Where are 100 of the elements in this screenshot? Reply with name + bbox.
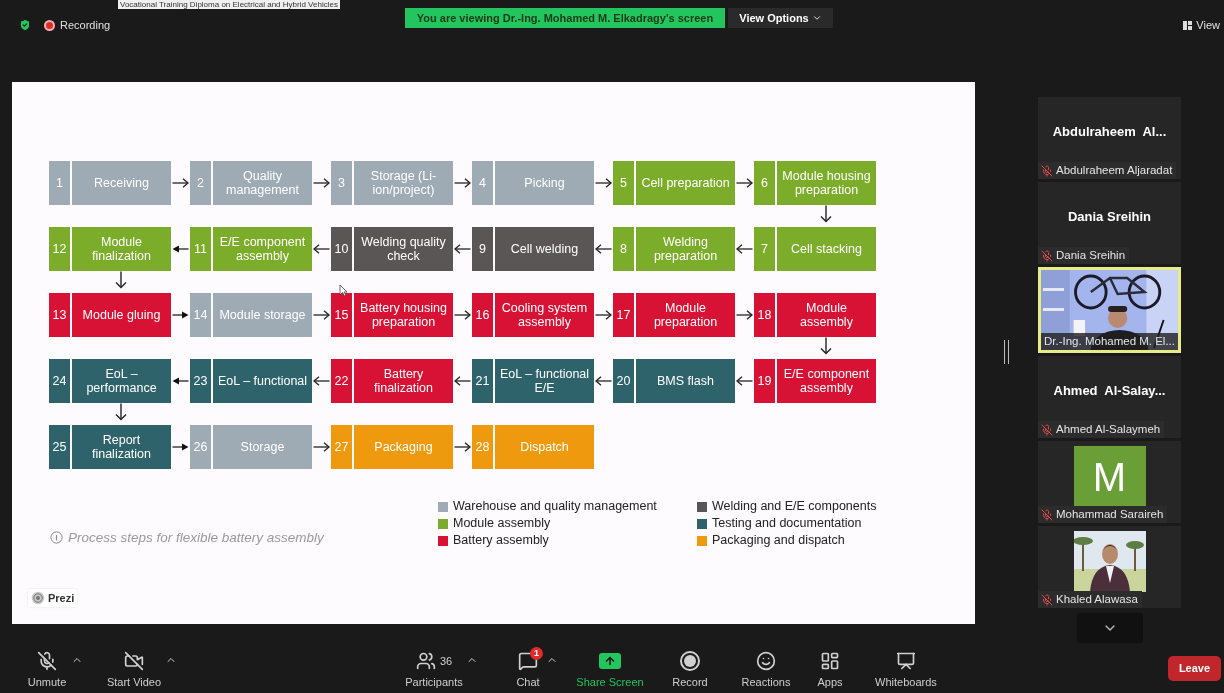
participant-title: Ahmed Al-Salay... [1053,381,1166,400]
flow-arrow [595,310,612,320]
flow-arrow [595,244,612,254]
avatar: M [1073,446,1146,507]
step-label: E/E component assembly [777,359,876,403]
flow-arrow [819,205,833,223]
mouse-cursor-icon [339,284,348,297]
participant-name-label: Dr.-Ing. Mohamed M. El... [1041,333,1178,350]
participant-tile[interactable]: Khaled Alawasa [1038,526,1181,608]
step-number: 20 [613,359,634,403]
flow-arrow [172,442,189,452]
participant-tile[interactable]: Dania Sreihin Dania Sreihin [1038,182,1181,264]
step-number: 21 [472,359,493,403]
step-number: 19 [754,359,775,403]
flow-arrow [114,271,128,289]
legend-label: Module assembly [453,516,551,531]
flow-arrow [454,442,471,452]
step-number: 27 [331,425,352,469]
step-label: Welding quality check [354,227,453,271]
step-label: Cell welding [495,227,594,271]
flow-arrow [736,310,753,320]
flow-arrow [313,376,330,386]
step-number: 1 [49,161,70,205]
view-button[interactable]: View [1183,10,1220,40]
share-screen-icon [599,652,621,669]
step-number: 23 [190,359,211,403]
flow-arrow [172,178,189,188]
participant-video-tile[interactable]: Dr.-Ing. Mohamed M. El... [1038,267,1181,353]
step-label: Module storage [213,293,312,337]
step-number: 14 [190,293,211,337]
step-number: 12 [49,227,70,271]
leave-button[interactable]: Leave [1168,655,1221,681]
flow-arrow [313,244,330,254]
step-label: Storage [213,425,312,469]
step-label: Cell preparation [636,161,735,205]
step-number: 7 [754,227,775,271]
step-number: 25 [49,425,70,469]
toolbar-button[interactable]: Start Video [99,645,169,691]
toolbar-button[interactable]: Unmute [19,645,75,691]
toolbar-button[interactable]: 36 Participants [398,645,470,691]
flow-arrow [172,310,189,320]
step-number: 8 [613,227,634,271]
participant-tile[interactable]: Abdulraheem Al... Abdulraheem Aljaradat [1038,97,1181,179]
flow-arrow [313,178,330,188]
participant-name-label: Dania Sreihin [1038,247,1130,264]
flow-arrow [114,403,128,421]
toolbar-button[interactable]: Whiteboards [868,645,944,691]
flow-arrow [313,310,330,320]
step-label: Battery finalization [354,359,453,403]
step-label: Module housing preparation [777,161,876,205]
info-icon [50,531,63,545]
step-label: Receiving [72,161,171,205]
participant-name-label: Mohammad Saraireh [1038,506,1168,523]
toolbar-button[interactable]: Apps [808,645,852,691]
step-number: 28 [472,425,493,469]
legend-label: Warehouse and quality management [453,499,657,514]
step-label: EoL – performance [72,359,171,403]
participant-tile[interactable]: M Mohammad Saraireh [1038,441,1181,523]
meeting-title: Vocational Training Diploma on Electrical and Hybrid Vehicles [118,0,340,9]
flow-arrow [454,310,471,320]
chat-icon [518,650,538,671]
mic-off-icon [37,650,57,671]
step-number: 2 [190,161,211,205]
step-number: 24 [49,359,70,403]
step-label: Battery housing preparation [354,293,453,337]
step-label: Welding preparation [636,227,735,271]
step-number: 5 [613,161,634,205]
step-label: EoL – functional E/E [495,359,594,403]
apps-icon [820,650,840,671]
participant-name-label: Khaled Alawasa [1038,591,1142,608]
legend-label: Welding and E/E components [712,499,877,514]
step-label: Module assembly [777,293,876,337]
toolbar-button[interactable]: Record [664,645,716,691]
step-number: 13 [49,293,70,337]
flow-arrow [736,178,753,188]
step-label: BMS flash [636,359,735,403]
step-number: 4 [472,161,493,205]
view-options-button[interactable]: View Options [728,8,833,28]
resize-handle-icon[interactable] [1004,340,1009,364]
step-number: 16 [472,293,493,337]
prezi-logo[interactable]: Prezi [28,588,78,607]
layout-icon [1183,20,1193,30]
flow-arrow [595,376,612,386]
toolbar-button[interactable]: Share Screen [572,645,648,691]
participant-title: Dania Sreihin [1067,207,1152,226]
legend-label: Battery assembly [453,533,549,548]
participant-name-label: Ahmed Al-Salaymeh [1038,421,1165,438]
participant-name-label: Abdulraheem Aljaradat [1038,162,1177,179]
shield-icon[interactable] [18,18,32,32]
toolbar-button[interactable]: 1 Chat [506,645,550,691]
participant-tile[interactable]: Ahmed Al-Salay... Ahmed Al-Salaymeh [1038,356,1181,438]
flow-arrow [736,244,753,254]
step-number: 22 [331,359,352,403]
toolbar-button[interactable]: Reactions [734,645,798,691]
flow-arrow [313,442,330,452]
slide-caption: Process steps for flexible battery assembly [68,528,324,547]
logo-icon [31,590,45,605]
step-number: 10 [331,227,352,271]
people-icon [415,650,436,671]
flow-arrow [172,376,189,386]
